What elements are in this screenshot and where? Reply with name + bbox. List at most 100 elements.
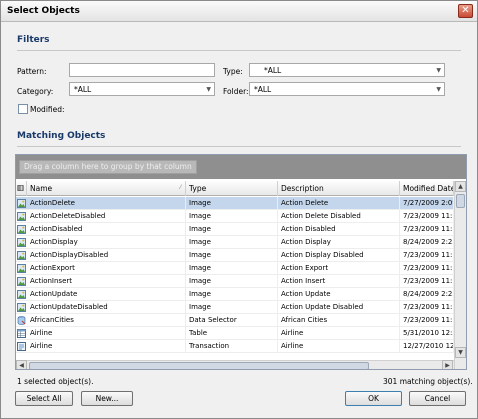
cell-name: ActionDisplay [27,236,186,249]
new-button[interactable]: New... [81,391,133,406]
cell-date: 7/23/2009 11:19... [400,301,454,314]
cell-desc: Action Disabled [278,223,400,236]
data-selector-icon [17,316,26,325]
cell-name: ActionDelete [27,197,186,210]
horizontal-scrollbar[interactable]: ◀ ▶ [16,360,454,369]
cell-desc: African Cities [278,314,400,327]
cell-name: ActionInsert [27,275,186,288]
image-icon [17,290,26,299]
modified-label: Modified: [30,105,65,114]
group-by-panel[interactable]: Drag a column here to group by that colu… [16,155,466,179]
image-icon [17,199,26,208]
cell-date: 5/31/2010 12:29... [400,327,454,340]
scroll-up-button[interactable]: ▲ [455,181,466,192]
cell-desc: Action Display Disabled [278,249,400,262]
cell-desc: Action Export [278,262,400,275]
cell-name: ActionUpdate [27,288,186,301]
category-select[interactable]: *ALL ▼ [69,82,215,96]
type-select-value: *ALL [264,66,282,75]
chevron-down-icon: ▼ [436,86,441,93]
cell-type: Image [186,223,278,236]
table-row[interactable]: ActionUpdate Image Action Update 8/24/2009 … [16,288,454,301]
vertical-scroll-thumb[interactable] [456,194,465,208]
table-row[interactable]: ActionInsert Image Action Insert 7/23/2009 … [16,275,454,288]
filters-divider [17,50,461,51]
folder-select[interactable]: *ALL ▼ [249,82,445,96]
column-header-name[interactable]: Name ⁄ [27,181,186,196]
cell-type: Image [186,275,278,288]
cell-desc: Airline [278,327,400,340]
chevron-right-icon: ▶ [445,362,450,369]
category-label: Category: [17,87,54,96]
image-icon [17,277,26,286]
scroll-down-button[interactable]: ▼ [455,347,466,358]
table-row[interactable]: AirlineTableAirline5/31/2010 12:29... [16,327,454,340]
type-label: Type: [223,67,243,76]
cell-name: ActionDisabled [27,223,186,236]
vertical-scrollbar[interactable]: ▲ ▼ [454,181,466,369]
cell-type: Image [186,262,278,275]
column-chooser-button[interactable]: ▥ [16,181,27,196]
cell-desc: Action Display [278,236,400,249]
cell-date: 7/27/2009 2:09... [400,197,454,210]
group-by-hint: Drag a column here to group by that colu… [19,160,197,174]
transaction-icon [17,342,26,351]
chevron-left-icon: ◀ [19,362,24,369]
select-all-button[interactable]: Select All [15,391,73,406]
cell-name: Airline [27,327,186,340]
table-row[interactable]: ActionUpdateDisabled Image Action Update D… [16,301,454,314]
modified-checkbox[interactable] [18,104,28,114]
cell-type: Transaction [186,340,278,353]
matching-count: 301 matching object(s). [383,377,473,386]
title-bar: Select Objects ✕ [1,1,477,22]
cell-date: 7/23/2009 11:19... [400,262,454,275]
table-row[interactable]: ActionDelete Image Action Delete 7/27/2009 … [16,197,454,210]
column-header-description[interactable]: Description [278,181,400,196]
pattern-input[interactable] [69,63,215,77]
column-header-modified-date-label: Modified Date [403,184,454,193]
cell-date: 7/23/2009 11:19... [400,210,454,223]
type-select[interactable]: *ALL ▼ [249,63,445,77]
cell-type: Image [186,301,278,314]
table-row[interactable]: AfricanCities Data Selector African Cities… [16,314,454,327]
chevron-down-icon: ▼ [206,86,211,93]
cell-desc: Action Update Disabled [278,301,400,314]
table-icon [17,329,26,338]
table-row[interactable]: ActionExport Image Action Export 7/23/2009 … [16,262,454,275]
image-icon [17,303,26,312]
image-icon [17,212,26,221]
cell-type: Image [186,197,278,210]
folder-label: Folder: [223,87,249,96]
column-header-type[interactable]: Type [186,181,278,196]
cell-name: ActionDeleteDisabled [27,210,186,223]
filters-heading: Filters [17,35,50,45]
table-row[interactable]: ActionDisplayDisabled Image Action Display… [16,249,454,262]
cell-type: Image [186,249,278,262]
column-header-modified-date[interactable]: Modified Date [400,181,454,196]
table-row[interactable]: ActionDisplay Image Action Display 8/24/200… [16,236,454,249]
image-icon [17,264,26,273]
close-button[interactable]: ✕ [458,4,473,18]
sort-indicator-icon: ⁄ [179,184,181,191]
selected-count: 1 selected object(s). [17,377,94,386]
matching-objects-heading: Matching Objects [17,131,106,141]
cell-desc: Action Insert [278,275,400,288]
cell-desc: Action Update [278,288,400,301]
horizontal-scroll-thumb[interactable] [29,362,369,369]
cell-date: 7/23/2009 11:19... [400,223,454,236]
cell-name: ActionUpdateDisabled [27,301,186,314]
ok-button[interactable]: OK [345,391,402,406]
image-icon [17,251,26,260]
scroll-left-button[interactable]: ◀ [16,360,27,369]
scroll-right-button[interactable]: ▶ [442,360,453,369]
table-row[interactable]: ActionDisabled Image Action Disabled 7/23/2… [16,223,454,236]
cancel-button[interactable]: Cancel [409,391,466,406]
cell-desc: Airline [278,340,400,353]
cell-name: AfricanCities [27,314,186,327]
table-row[interactable]: ActionDeleteDisabled Image Action Delete D… [16,210,454,223]
cell-type: Table [186,327,278,340]
matching-divider [17,146,461,147]
table-row[interactable]: AirlineTransactionAirline12/27/2010 12:1… [16,340,454,353]
cell-name: ActionDisplayDisabled [27,249,186,262]
column-header-description-label: Description [281,184,324,193]
